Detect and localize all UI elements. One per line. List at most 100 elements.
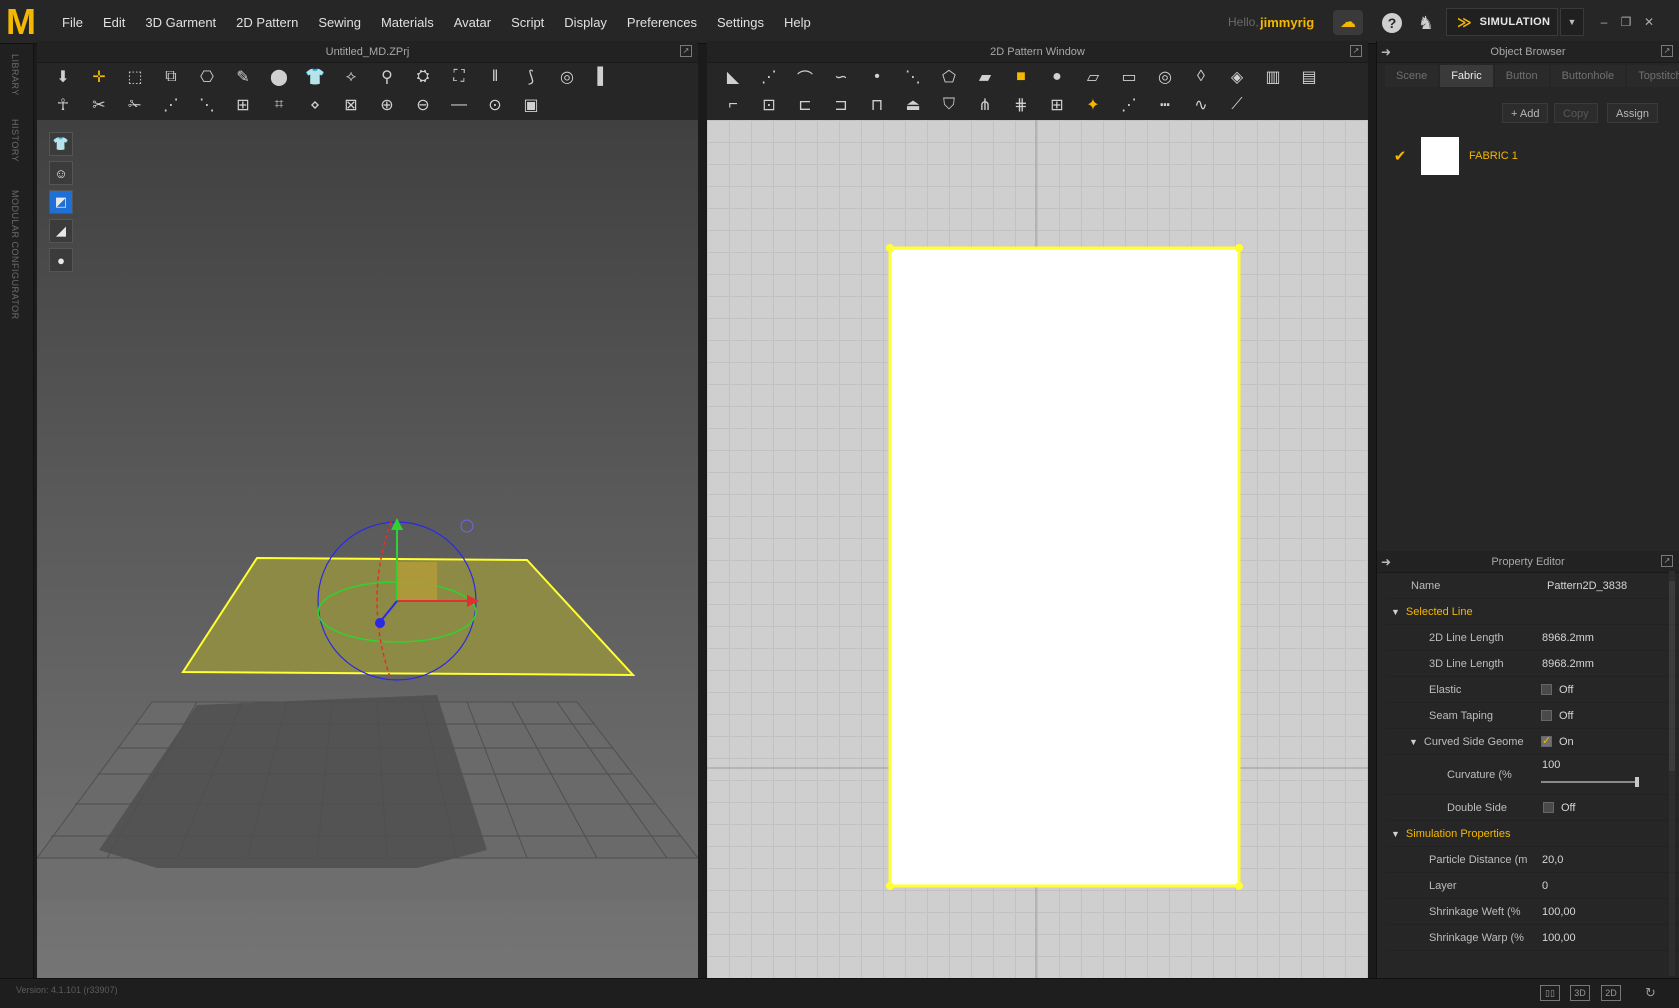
elastic-checkbox[interactable] xyxy=(1541,684,1552,695)
prop-particle-value[interactable]: 20,0 xyxy=(1542,854,1563,866)
simulation-button[interactable]: ≫ SIMULATION xyxy=(1446,8,1558,36)
menu-script[interactable]: Script xyxy=(501,15,554,30)
polygon-icon[interactable]: ⬠ xyxy=(933,65,965,89)
popout-icon[interactable]: ↗ xyxy=(1350,45,1362,57)
prop-curvature-value[interactable]: 100 xyxy=(1542,759,1560,771)
button-icon[interactable]: ⊕ xyxy=(371,93,403,117)
popout-icon[interactable]: ↗ xyxy=(1661,45,1673,57)
iron-icon[interactable]: ⏏ xyxy=(897,93,929,117)
garment-icon[interactable]: ⛶ xyxy=(443,65,475,89)
shirt2d-icon[interactable]: ⛉ xyxy=(933,93,965,117)
pattern-point[interactable] xyxy=(1235,244,1243,252)
edit-curve-icon[interactable]: ⌒ xyxy=(789,65,821,89)
menu-2d-pattern[interactable]: 2D Pattern xyxy=(226,15,308,30)
double-side-checkbox[interactable] xyxy=(1543,802,1554,813)
pattern-point[interactable] xyxy=(886,882,894,890)
trace-icon[interactable]: ⊓ xyxy=(861,93,893,117)
surface-view-icon[interactable]: ◢ xyxy=(49,219,73,243)
pin-2d-icon[interactable]: ✦ xyxy=(1077,93,1109,117)
transform-icon[interactable]: ⧉ xyxy=(155,65,187,89)
dashed-line-icon[interactable]: ⋰ xyxy=(1113,93,1145,117)
pleat-icon[interactable]: ◈ xyxy=(1221,65,1253,89)
refresh-icon[interactable]: ↻ xyxy=(1645,985,1656,1001)
popout-icon[interactable]: ↗ xyxy=(1661,555,1673,567)
avatar-pose-icon[interactable]: ☥ xyxy=(47,93,79,117)
fold-arrange-icon[interactable]: ▤ xyxy=(1293,65,1325,89)
fit-icon[interactable]: ⛭ xyxy=(407,65,439,89)
history-tab[interactable]: HISTORY xyxy=(10,119,20,162)
user-name[interactable]: jimmyrig xyxy=(1260,15,1314,30)
prop-weft-value[interactable]: 100,00 xyxy=(1542,906,1576,918)
curvature-slider-track[interactable] xyxy=(1541,777,1639,787)
edit-point-icon[interactable]: ⋰ xyxy=(753,65,785,89)
tab-scene[interactable]: Scene xyxy=(1385,65,1439,87)
pattern-point[interactable] xyxy=(1235,882,1243,890)
texture-view-icon[interactable]: ◩ xyxy=(49,190,73,214)
stitch-icon[interactable]: ✁ xyxy=(119,93,151,117)
ruler-icon[interactable]: ▌ xyxy=(587,65,619,89)
menu-help[interactable]: Help xyxy=(774,15,821,30)
sewing-line-icon[interactable]: ⊏ xyxy=(789,93,821,117)
garment-view-icon[interactable]: 👕 xyxy=(49,132,73,156)
select-move-icon[interactable]: ✛ xyxy=(83,65,115,89)
add-point-icon[interactable]: • xyxy=(861,65,893,89)
tab-fabric[interactable]: Fabric xyxy=(1440,65,1493,87)
dart-icon[interactable]: ◊ xyxy=(1185,65,1217,89)
binding-icon[interactable]: ⊐ xyxy=(825,93,857,117)
seamline-icon[interactable]: ⌐ xyxy=(717,93,749,117)
help-icon[interactable]: ? xyxy=(1382,13,1402,33)
popout-icon[interactable]: ↗ xyxy=(680,45,692,57)
internal-rect-icon[interactable]: ▭ xyxy=(1113,65,1145,89)
free-sew-icon[interactable]: ⋱ xyxy=(191,93,223,117)
menu-avatar[interactable]: Avatar xyxy=(444,15,501,30)
avatar-icon[interactable]: ♞ xyxy=(1415,12,1437,34)
seam-allowance-icon[interactable]: ⊡ xyxy=(753,93,785,117)
assign-button[interactable]: Assign xyxy=(1607,103,1659,123)
collapse-icon[interactable]: ▼ xyxy=(1409,737,1418,747)
curved-side-checkbox[interactable] xyxy=(1541,734,1552,747)
prop-name-value[interactable]: Pattern2D_3838 xyxy=(1547,580,1627,592)
section-simulation-properties[interactable]: ▼ Simulation Properties xyxy=(1385,821,1679,847)
add-button[interactable]: + Add xyxy=(1502,103,1549,123)
menu-sewing[interactable]: Sewing xyxy=(308,15,371,30)
menu-file[interactable]: File xyxy=(52,15,93,30)
avatar-view-icon[interactable]: ☺ xyxy=(49,161,73,185)
sew-icon[interactable]: ✂ xyxy=(83,93,115,117)
wave-icon[interactable]: ∿ xyxy=(1185,93,1217,117)
prop-warp-value[interactable]: 100,00 xyxy=(1542,932,1576,944)
grid-icon[interactable]: ⊠ xyxy=(335,93,367,117)
viewport-2d[interactable] xyxy=(707,120,1368,978)
stitch-2d-icon[interactable]: ⋕ xyxy=(1005,93,1037,117)
transform-pattern-icon[interactable]: ◣ xyxy=(717,65,749,89)
line-icon[interactable]: — xyxy=(443,93,475,117)
rectangle-icon[interactable]: ■ xyxy=(1005,65,1037,89)
dock-arrow-icon[interactable]: ➜ xyxy=(1381,45,1391,59)
dotted-line-icon[interactable]: ┅ xyxy=(1149,93,1181,117)
segment-sew-icon[interactable]: ⋰ xyxy=(155,93,187,117)
folder-icon[interactable]: ▰ xyxy=(969,65,1001,89)
curve-point-icon[interactable]: ∽ xyxy=(825,65,857,89)
property-scrollbar-thumb[interactable] xyxy=(1669,581,1675,771)
cloud-icon[interactable]: ☁ xyxy=(1333,10,1363,35)
pen-icon[interactable]: ✎ xyxy=(227,65,259,89)
prop-layer-value[interactable]: 0 xyxy=(1542,880,1548,892)
menu-display[interactable]: Display xyxy=(554,15,617,30)
circle-icon[interactable]: ● xyxy=(1041,65,1073,89)
menu-materials[interactable]: Materials xyxy=(371,15,444,30)
property-scrollbar[interactable] xyxy=(1669,571,1675,976)
library-tab[interactable]: LIBRARY xyxy=(10,54,20,96)
seam-icon[interactable]: ⊞ xyxy=(227,93,259,117)
body-view-icon[interactable]: ● xyxy=(49,248,73,272)
tab-button[interactable]: Button xyxy=(1494,65,1549,87)
menu-3d-garment[interactable]: 3D Garment xyxy=(135,15,226,30)
buttonhole-icon[interactable]: ⊖ xyxy=(407,93,439,117)
select-box-icon[interactable]: ⬚ xyxy=(119,65,151,89)
gather-icon[interactable]: ▥ xyxy=(1257,65,1289,89)
pattern-point[interactable] xyxy=(886,244,894,252)
restore-icon[interactable]: ❐ xyxy=(1618,14,1634,30)
bag-icon[interactable]: ▣ xyxy=(515,93,547,117)
arrow-down-icon[interactable]: ⬇ xyxy=(47,65,79,89)
pin-icon[interactable]: ⟡ xyxy=(335,65,367,89)
shirt-icon[interactable]: 👕 xyxy=(299,65,331,89)
tab-buttonhole[interactable]: Buttonhole xyxy=(1550,65,1626,87)
